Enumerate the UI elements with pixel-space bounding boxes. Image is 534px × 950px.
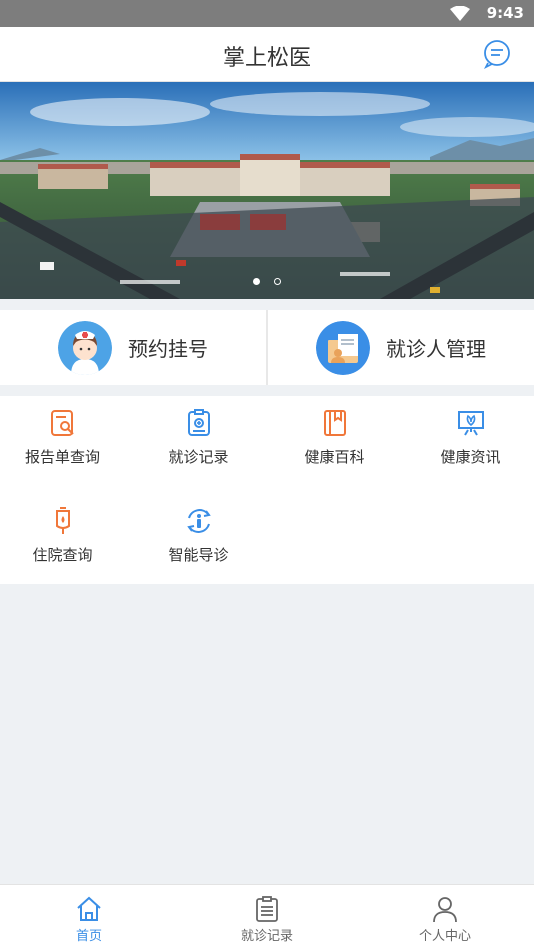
status-time: 9:43 (486, 4, 524, 22)
banner-carousel[interactable] (0, 82, 534, 299)
visit-record-label: 就诊记录 (168, 448, 229, 466)
patient-management-button[interactable]: 就诊人管理 (268, 310, 534, 385)
smart-guide-button[interactable]: 智能导诊 (136, 494, 261, 584)
patient-management-label: 就诊人管理 (386, 337, 486, 361)
health-encyclopedia-button[interactable]: 健康百科 (272, 396, 397, 486)
nurse-avatar-icon (58, 320, 112, 375)
hospital-banner-image (0, 82, 534, 299)
carousel-dot-1[interactable] (253, 278, 261, 285)
status-bar: 9:43 (0, 0, 534, 27)
tab-profile-label: 个人中心 (418, 929, 471, 944)
tab-visit-records-label: 就诊记录 (240, 929, 293, 944)
carousel-indicator (0, 270, 534, 289)
home-icon (77, 896, 101, 921)
carousel-dot-2[interactable] (273, 278, 281, 285)
health-news-button[interactable]: 健康资讯 (408, 396, 533, 486)
quick-actions: 预约挂号 就诊人管理 (0, 310, 534, 385)
inpatient-query-label: 住院查询 (32, 546, 93, 564)
report-search-icon (50, 410, 74, 436)
tab-visit-records[interactable]: 就诊记录 (178, 885, 356, 950)
clipboard-icon (256, 896, 278, 922)
hospital-drip-icon (55, 507, 70, 534)
inpatient-query-button[interactable]: 住院查询 (0, 494, 125, 584)
health-encyclopedia-label: 健康百科 (304, 448, 365, 466)
service-grid: 报告单查询 就诊记录 健康百科 健康资讯 住院查询 智能导诊 (0, 396, 534, 584)
user-icon (433, 897, 457, 923)
tab-home[interactable]: 首页 (0, 885, 178, 950)
health-news-icon (457, 411, 484, 436)
visit-record-icon (187, 409, 210, 436)
wifi-icon (450, 6, 470, 21)
health-book-icon (323, 410, 346, 436)
appointment-button[interactable]: 预约挂号 (0, 310, 266, 385)
patient-folder-icon (316, 320, 370, 375)
report-query-button[interactable]: 报告单查询 (0, 396, 125, 486)
appointment-label: 预约挂号 (128, 337, 208, 361)
page-title: 掌上松医 (222, 46, 311, 71)
health-news-label: 健康资讯 (440, 448, 501, 466)
smart-guide-label: 智能导诊 (168, 546, 229, 564)
tab-home-label: 首页 (75, 929, 102, 944)
visit-record-button[interactable]: 就诊记录 (136, 396, 261, 486)
tab-profile[interactable]: 个人中心 (356, 885, 534, 950)
report-query-label: 报告单查询 (24, 448, 100, 466)
message-icon[interactable] (482, 39, 512, 69)
smart-guide-icon (186, 509, 211, 533)
bottom-tab-bar: 首页 就诊记录 个人中心 (0, 884, 534, 950)
app-header: 掌上松医 (0, 27, 534, 82)
